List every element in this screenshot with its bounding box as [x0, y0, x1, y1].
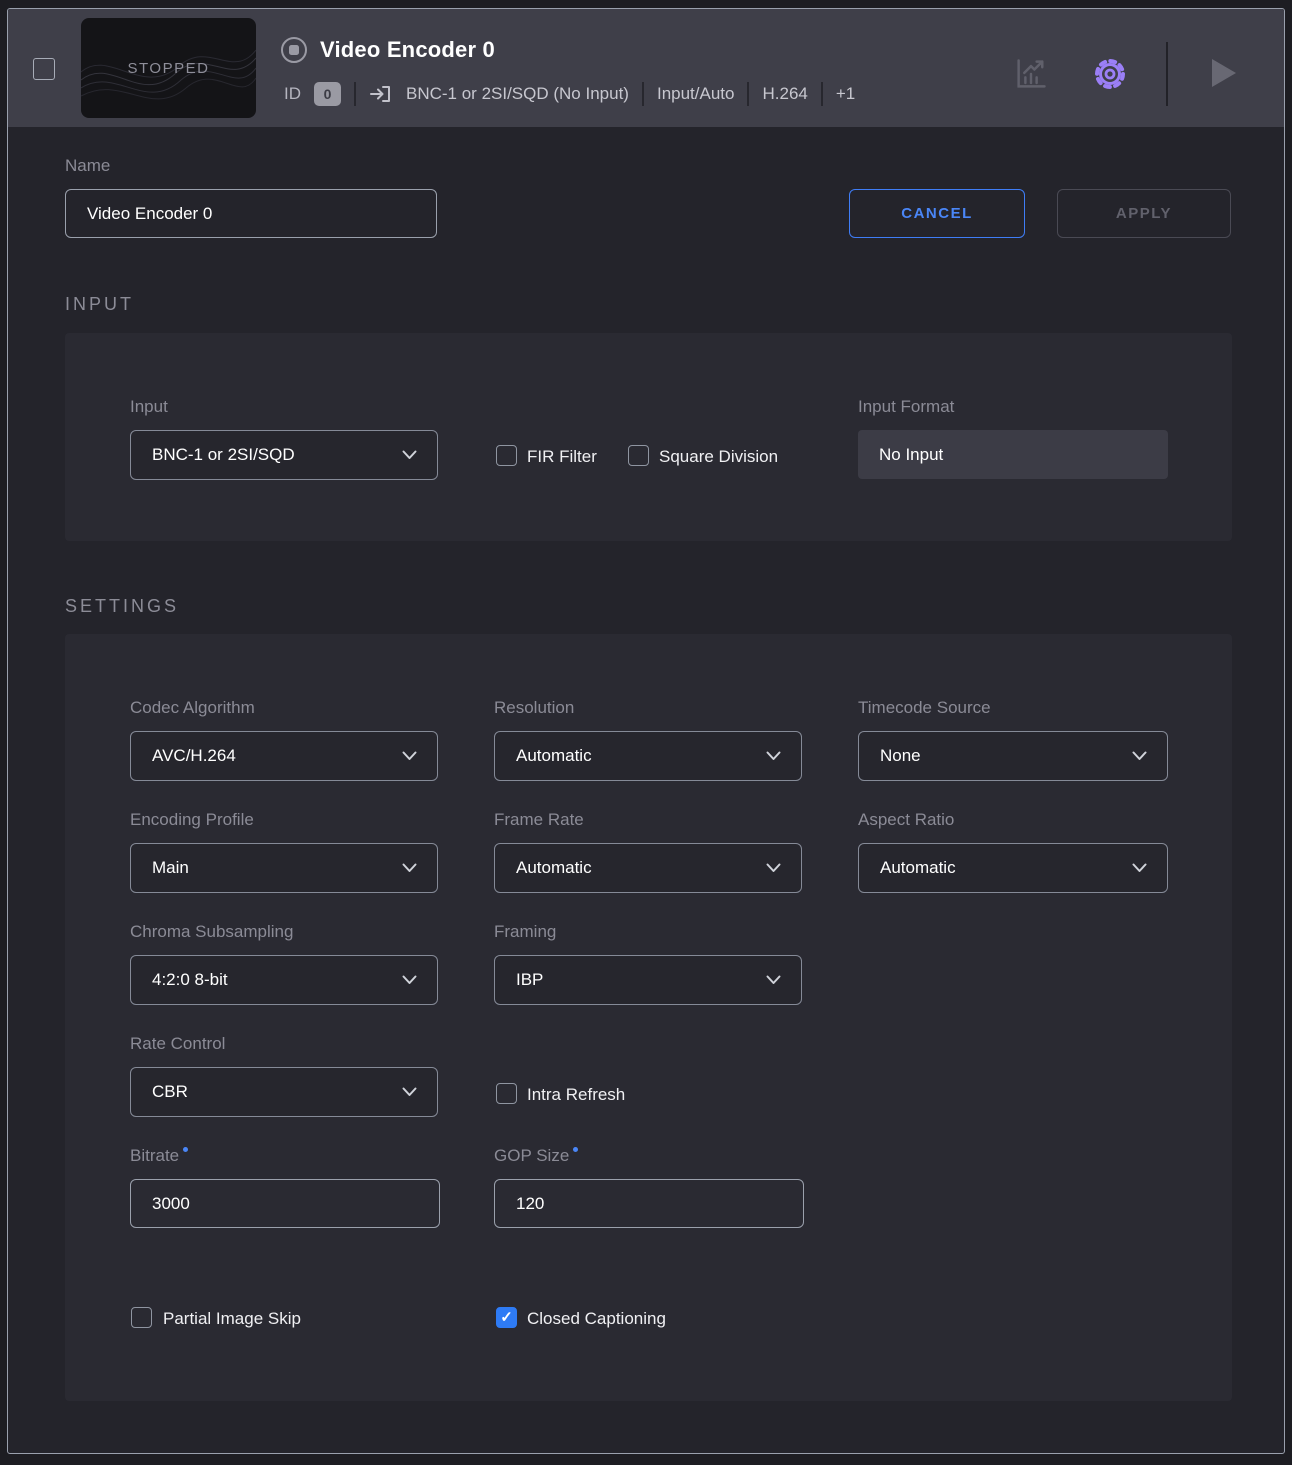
input-source-icon: [369, 83, 393, 105]
required-dot: [183, 1147, 188, 1152]
chevron-down-icon: [766, 975, 781, 985]
encoder-header: STOPPED Video Encoder 0 ID 0 BNC-1 or 2S…: [8, 9, 1284, 127]
select-encoder-checkbox[interactable]: [33, 58, 55, 80]
encoding-profile-select[interactable]: Main: [130, 843, 438, 893]
codec-algorithm-label: Codec Algorithm: [130, 698, 255, 718]
chevron-down-icon: [402, 450, 417, 460]
settings-section-title: SETTINGS: [65, 596, 179, 617]
chevron-down-icon: [766, 863, 781, 873]
input-section-title: INPUT: [65, 294, 134, 315]
square-division-checkbox[interactable]: [628, 445, 649, 466]
input-select-value: BNC-1 or 2SI/SQD: [152, 445, 295, 465]
required-dot: [573, 1147, 578, 1152]
framing-select[interactable]: IBP: [494, 955, 802, 1005]
separator: [642, 82, 644, 106]
settings-gear-icon[interactable]: [1090, 54, 1130, 94]
closed-captioning-checkbox[interactable]: [496, 1307, 517, 1328]
aspect-ratio-value: Automatic: [880, 858, 956, 878]
header-divider: [1166, 42, 1168, 106]
encoder-title: Video Encoder 0: [320, 37, 495, 63]
frame-rate-value: Automatic: [516, 858, 592, 878]
rate-control-value: CBR: [152, 1082, 188, 1102]
chroma-subsampling-value: 4:2:0 8-bit: [152, 970, 228, 990]
partial-image-skip-label: Partial Image Skip: [163, 1309, 301, 1329]
apply-button[interactable]: APPLY: [1057, 189, 1231, 238]
bitrate-label: Bitrate: [130, 1146, 188, 1166]
encoder-status-text: STOPPED: [128, 60, 210, 77]
chevron-down-icon: [1132, 751, 1147, 761]
stopped-status-icon: [280, 36, 308, 64]
stats-chart-icon[interactable]: [1013, 56, 1049, 92]
fir-filter-checkbox[interactable]: [496, 445, 517, 466]
gop-size-input[interactable]: [494, 1179, 804, 1228]
bitrate-label-text: Bitrate: [130, 1146, 179, 1165]
cancel-button[interactable]: CANCEL: [849, 189, 1025, 238]
input-format-value: No Input: [858, 430, 1168, 479]
play-button-icon[interactable]: [1211, 58, 1237, 88]
chevron-down-icon: [402, 975, 417, 985]
intra-refresh-checkbox[interactable]: [496, 1083, 517, 1104]
framing-value: IBP: [516, 970, 543, 990]
meta-source: BNC-1 or 2SI/SQD (No Input): [406, 84, 629, 104]
closed-captioning-label: Closed Captioning: [527, 1309, 666, 1329]
timecode-source-value: None: [880, 746, 921, 766]
chevron-down-icon: [1132, 863, 1147, 873]
codec-algorithm-value: AVC/H.264: [152, 746, 236, 766]
aspect-ratio-select[interactable]: Automatic: [858, 843, 1168, 893]
codec-algorithm-select[interactable]: AVC/H.264: [130, 731, 438, 781]
gop-size-label: GOP Size: [494, 1146, 578, 1166]
input-select[interactable]: BNC-1 or 2SI/SQD: [130, 430, 438, 480]
rate-control-label: Rate Control: [130, 1034, 225, 1054]
id-badge: 0: [314, 82, 341, 106]
chevron-down-icon: [402, 1087, 417, 1097]
resolution-select[interactable]: Automatic: [494, 731, 802, 781]
intra-refresh-label: Intra Refresh: [527, 1085, 625, 1105]
id-label: ID: [284, 84, 301, 104]
chroma-subsampling-label: Chroma Subsampling: [130, 922, 293, 942]
rate-control-select[interactable]: CBR: [130, 1067, 438, 1117]
input-format-text: No Input: [879, 445, 943, 465]
gop-size-label-text: GOP Size: [494, 1146, 569, 1165]
input-format-label: Input Format: [858, 397, 954, 417]
frame-rate-select[interactable]: Automatic: [494, 843, 802, 893]
encoder-card: STOPPED Video Encoder 0 ID 0 BNC-1 or 2S…: [7, 8, 1285, 1454]
timecode-source-label: Timecode Source: [858, 698, 991, 718]
chroma-subsampling-select[interactable]: 4:2:0 8-bit: [130, 955, 438, 1005]
chevron-down-icon: [766, 751, 781, 761]
settings-panel: Codec Algorithm AVC/H.264 Resolution Aut…: [65, 634, 1232, 1401]
separator: [821, 82, 823, 106]
input-label: Input: [130, 397, 168, 417]
aspect-ratio-label: Aspect Ratio: [858, 810, 954, 830]
chevron-down-icon: [402, 863, 417, 873]
chevron-down-icon: [402, 751, 417, 761]
meta-more-count: +1: [836, 84, 855, 104]
name-input[interactable]: [65, 189, 437, 238]
meta-codec: H.264: [762, 84, 807, 104]
meta-input-mode: Input/Auto: [657, 84, 735, 104]
input-panel: Input BNC-1 or 2SI/SQD FIR Filter Square…: [65, 333, 1232, 541]
partial-image-skip-checkbox[interactable]: [131, 1307, 152, 1328]
encoder-meta: ID 0 BNC-1 or 2SI/SQD (No Input) Input/A…: [284, 80, 855, 108]
encoding-profile-value: Main: [152, 858, 189, 878]
resolution-value: Automatic: [516, 746, 592, 766]
separator: [354, 82, 356, 106]
name-label: Name: [65, 156, 110, 176]
separator: [747, 82, 749, 106]
bitrate-input[interactable]: [130, 1179, 440, 1228]
fir-filter-label: FIR Filter: [527, 447, 597, 467]
square-division-label: Square Division: [659, 447, 778, 467]
encoding-profile-label: Encoding Profile: [130, 810, 254, 830]
timecode-source-select[interactable]: None: [858, 731, 1168, 781]
frame-rate-label: Frame Rate: [494, 810, 584, 830]
resolution-label: Resolution: [494, 698, 574, 718]
preview-thumbnail: STOPPED: [81, 18, 256, 118]
framing-label: Framing: [494, 922, 556, 942]
